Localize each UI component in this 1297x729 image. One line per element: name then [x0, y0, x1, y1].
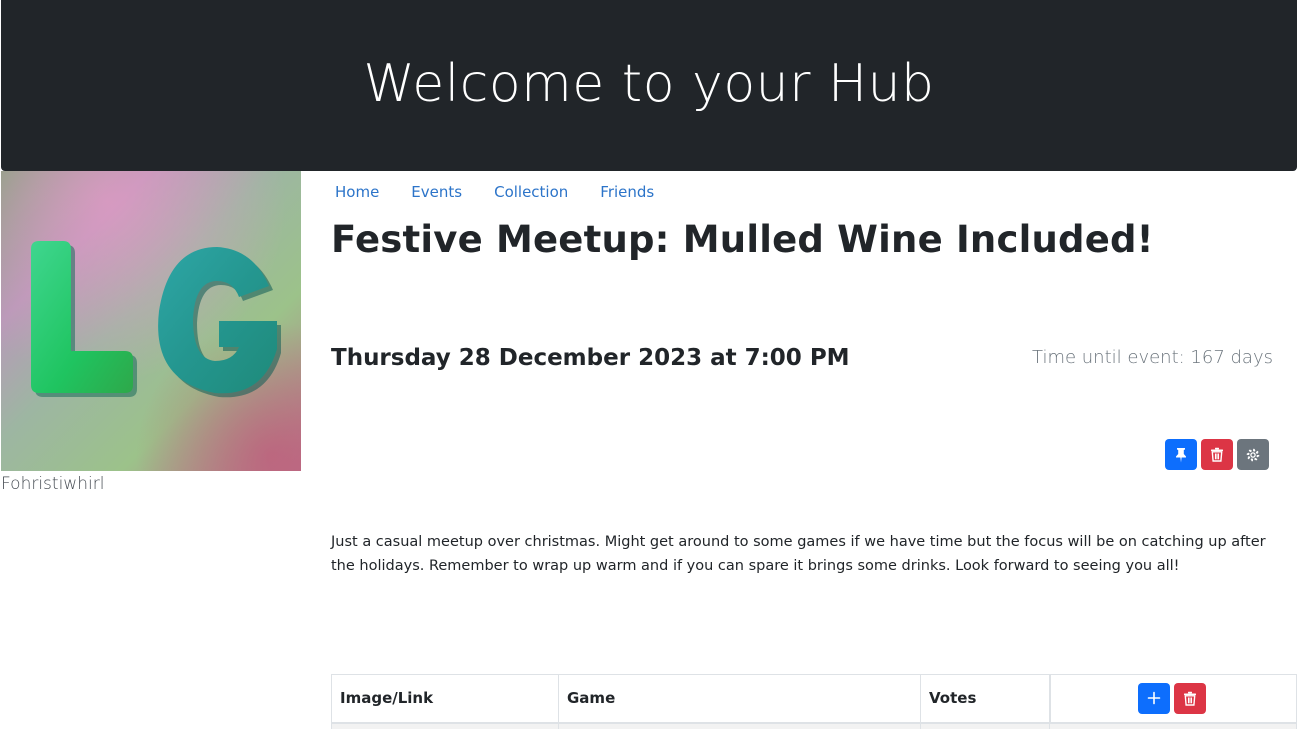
username: Fohristiwhirl [1, 474, 105, 494]
gear-icon [1246, 448, 1260, 461]
hub-header: Welcome to your Hub [1, 0, 1297, 171]
table-header-row: Image/Link Game Votes [331, 674, 1297, 724]
trash-icon [1184, 691, 1197, 706]
table-cell [1049, 722, 1297, 729]
pin-icon [1176, 447, 1186, 462]
event-settings-button[interactable] [1237, 439, 1269, 470]
games-table: Image/Link Game Votes [331, 674, 1297, 729]
nav-item-friends[interactable]: Friends [584, 180, 670, 204]
column-header-actions [1049, 674, 1297, 724]
column-header-game: Game [558, 674, 921, 724]
event-title: Festive Meetup: Mulled Wine Included! [331, 218, 1154, 261]
column-header-votes: Votes [920, 674, 1051, 724]
event-actions [1165, 439, 1269, 470]
table-cell [920, 722, 1050, 729]
page-title: Welcome to your Hub [363, 54, 935, 114]
nav-item-events[interactable]: Events [395, 180, 478, 204]
event-description: Just a casual meetup over christmas. Mig… [331, 534, 1266, 574]
table-row [331, 722, 1297, 729]
event-countdown: Time until event: 167 days [1032, 347, 1273, 368]
trash-icon [1211, 447, 1223, 462]
plus-icon [1147, 691, 1161, 705]
main-nav: Home Events Collection Friends [319, 180, 670, 204]
nav-item-collection[interactable]: Collection [478, 180, 584, 204]
table-cell [558, 722, 921, 729]
table-cell [331, 722, 559, 729]
nav-item-home[interactable]: Home [319, 180, 395, 204]
add-game-button[interactable] [1138, 682, 1171, 714]
event-date: Thursday 28 December 2023 at 7:00 PM [331, 345, 850, 371]
avatar [1, 171, 301, 471]
pin-event-button[interactable] [1165, 439, 1197, 470]
avatar-image [1, 171, 301, 471]
delete-games-button[interactable] [1174, 682, 1207, 714]
delete-event-button[interactable] [1201, 439, 1233, 470]
column-header-image-link: Image/Link [331, 674, 559, 724]
